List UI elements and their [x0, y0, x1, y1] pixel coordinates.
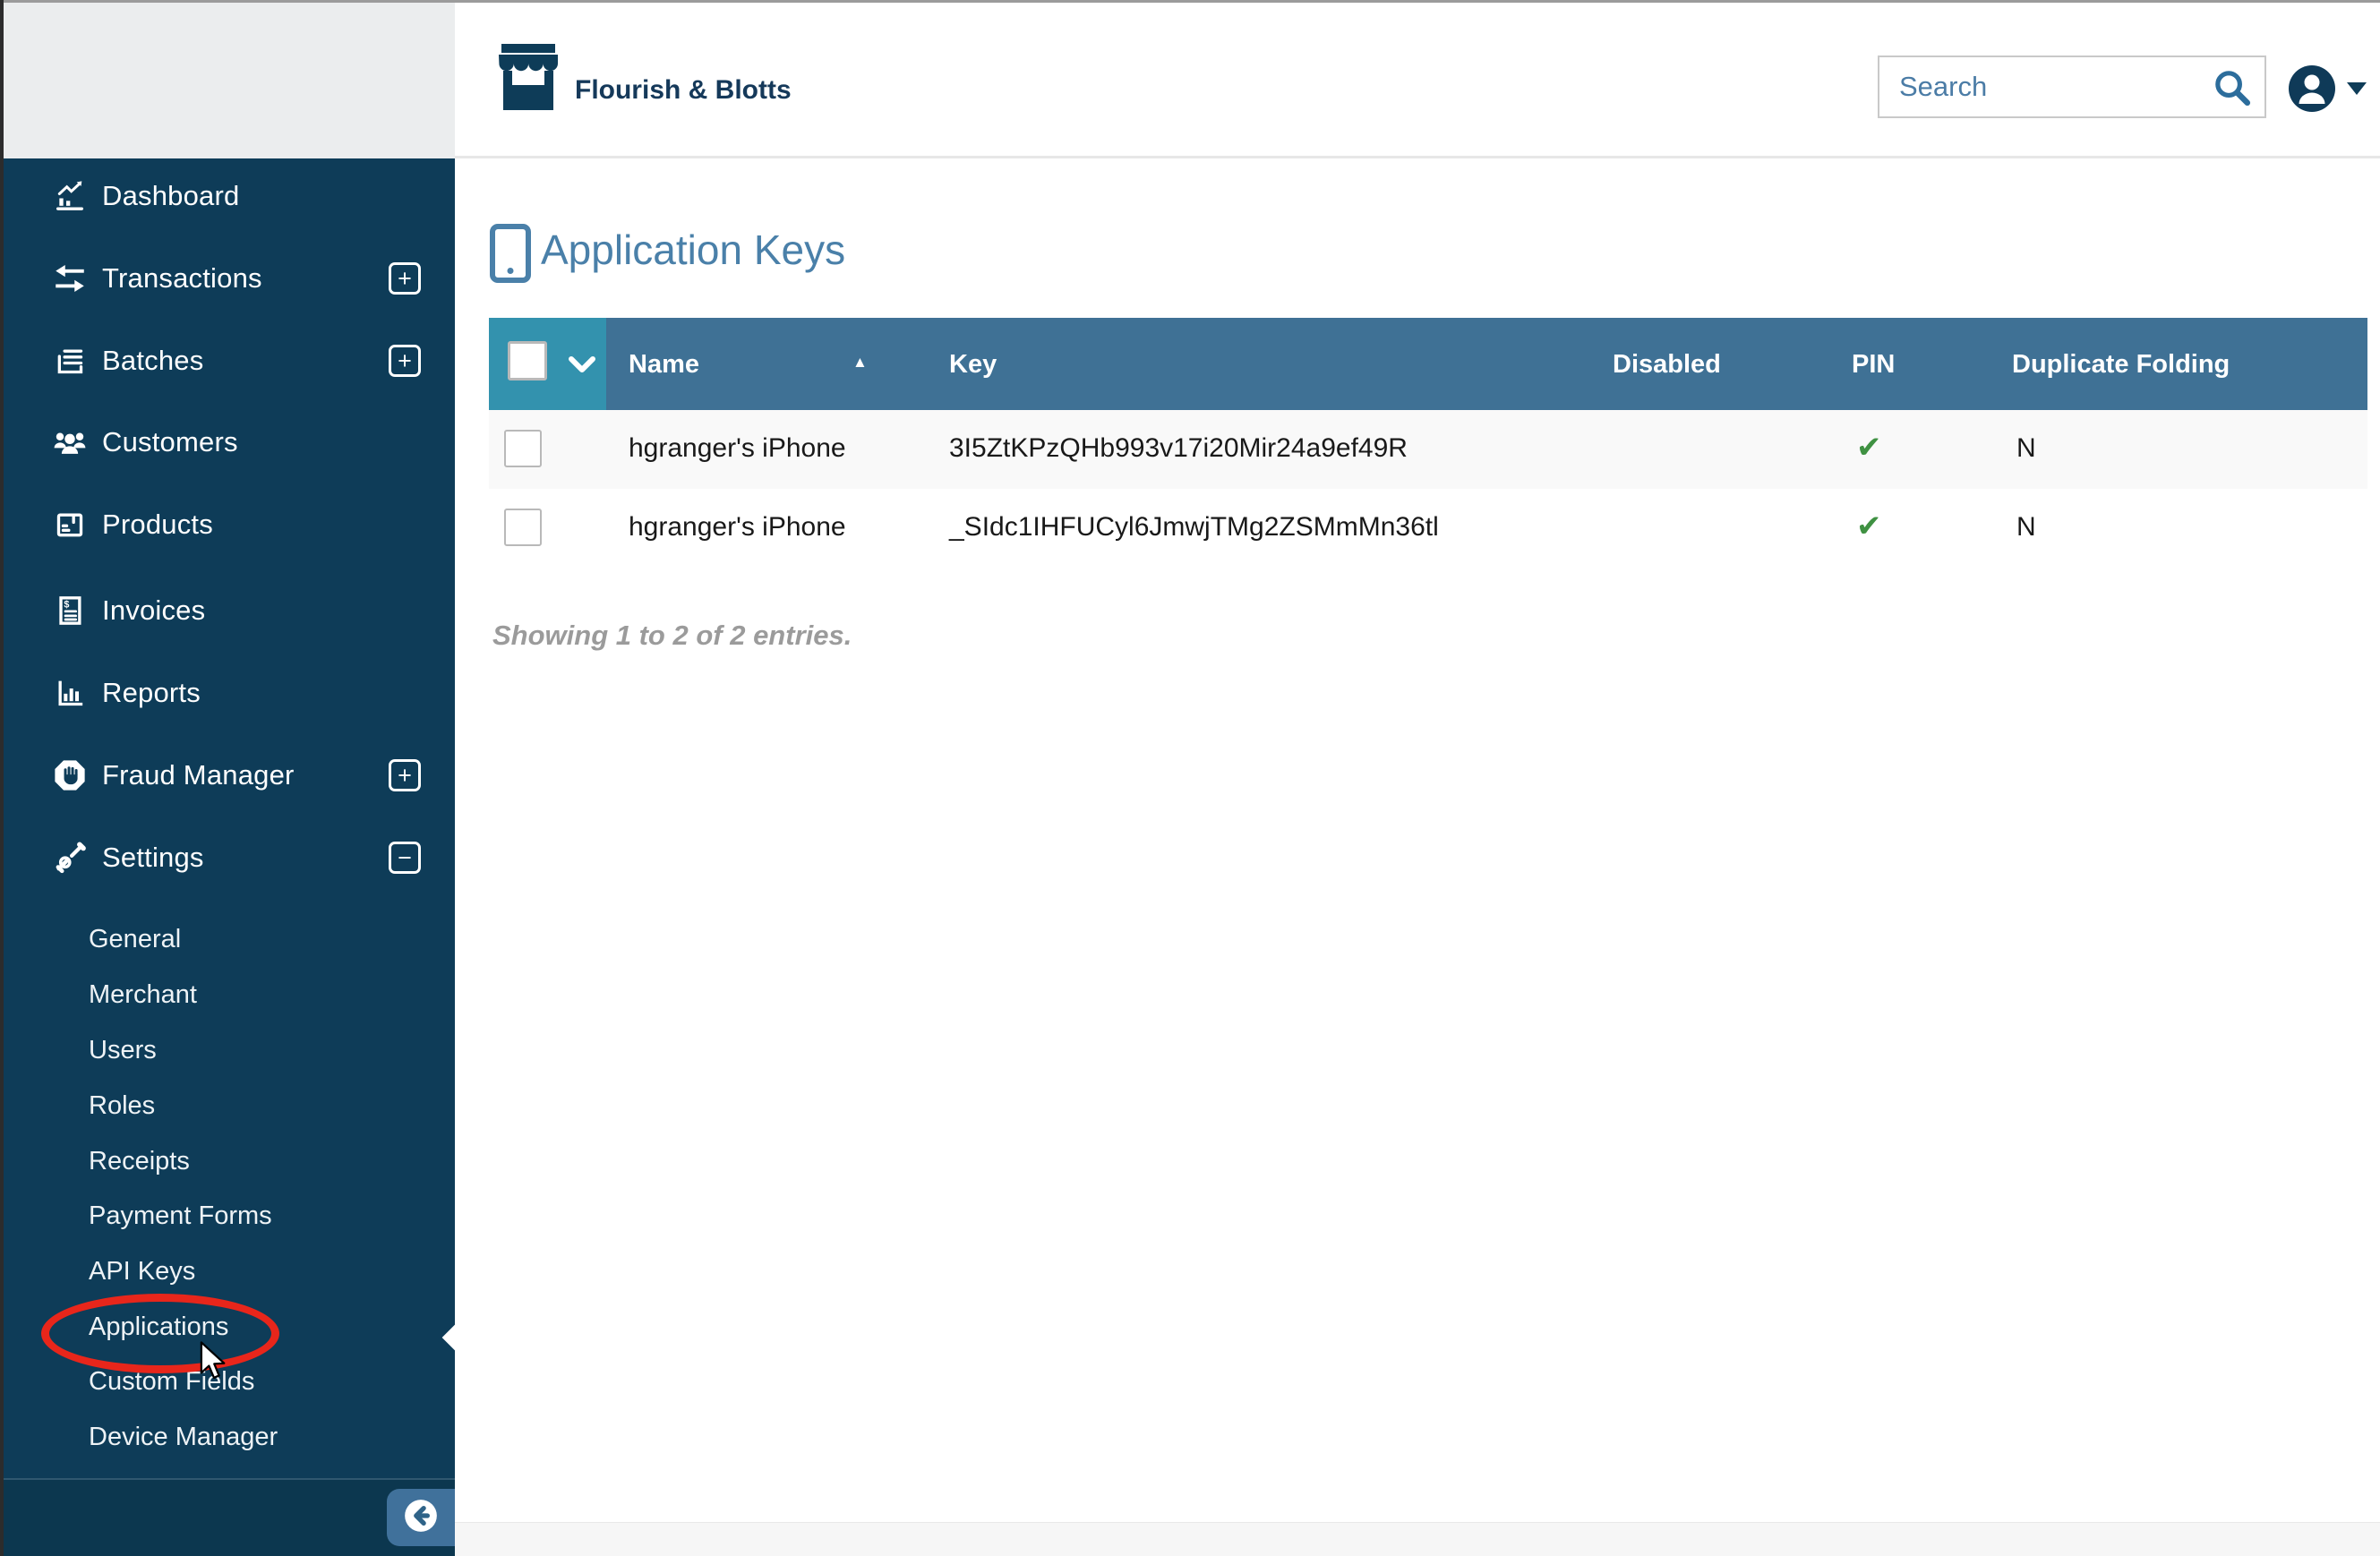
row-checkbox[interactable] [504, 509, 542, 546]
sidebar-item-label: Products [102, 509, 213, 540]
collapse-toggle-icon[interactable]: − [389, 842, 421, 874]
cell-name: hgranger's iPhone [629, 433, 846, 463]
user-menu-caret-icon[interactable] [2347, 82, 2367, 95]
table-row[interactable]: hgranger's iPhone _SIdc1IHFUCyl6JmwjTMg2… [489, 489, 2367, 568]
column-header-pin[interactable]: PIN [1852, 350, 1895, 380]
invoices-document-icon: $ [50, 591, 90, 630]
select-menu-chevron-icon[interactable] [568, 355, 596, 380]
svg-text:$: $ [64, 600, 69, 611]
page-root: Dashboard Transactions + Batches + Custo… [0, 0, 2380, 1556]
pin-check-icon: ✔ [1856, 509, 1882, 543]
collapse-arrow-icon [402, 1497, 440, 1539]
sidebar-item-label: Customers [102, 426, 238, 457]
sort-ascending-icon[interactable]: ▲ [852, 354, 868, 372]
sidebar-top-spacer [0, 0, 455, 158]
sidebar-item-invoices[interactable]: $ Invoices [0, 569, 455, 652]
customers-people-icon [50, 423, 90, 462]
sidebar-item-batches[interactable]: Batches + [0, 320, 455, 402]
cell-key: 3I5ZtKPzQHb993v17i20Mir24a9ef49R [949, 433, 1408, 463]
row-checkbox[interactable] [504, 430, 542, 467]
brand-name: Flourish & Blotts [575, 75, 792, 105]
table-row[interactable]: hgranger's iPhone 3I5ZtKPzQHb993v17i20Mi… [489, 410, 2367, 489]
table-header: Name ▲ Key Disabled PIN Duplicate Foldin… [489, 318, 2367, 410]
search-icon[interactable] [2213, 68, 2252, 107]
user-avatar[interactable] [2289, 65, 2335, 112]
sidebar-item-label: Invoices [102, 594, 206, 626]
sidebar-item-label: Transactions [102, 262, 262, 294]
select-all-cell [489, 318, 606, 410]
cell-name: hgranger's iPhone [629, 512, 846, 542]
sidebar-item-fraud-manager[interactable]: Fraud Manager + [0, 734, 455, 816]
page-title: Application Keys [541, 227, 846, 273]
reports-barchart-icon [50, 673, 90, 713]
sidebar-item-label: Batches [102, 345, 204, 376]
column-header-key[interactable]: Key [949, 350, 997, 380]
search-input[interactable] [1879, 57, 2264, 116]
dashboard-chart-icon [50, 176, 90, 216]
expand-toggle-icon[interactable]: + [389, 759, 421, 791]
expand-toggle-icon[interactable]: + [389, 345, 421, 377]
sidebar-subitem-receipts[interactable]: Receipts [0, 1133, 455, 1189]
sidebar-item-reports[interactable]: Reports [0, 652, 455, 734]
column-header-disabled[interactable]: Disabled [1613, 350, 1721, 380]
transactions-arrows-icon [50, 259, 90, 298]
sidebar-item-customers[interactable]: Customers [0, 401, 455, 483]
cell-key: _SIdc1IHFUCyl6JmwjTMg2ZSMmMn36tl [949, 512, 1439, 542]
sidebar-subitem-users[interactable]: Users [0, 1022, 455, 1078]
sidebar-subitem-payment-forms[interactable]: Payment Forms [0, 1188, 455, 1244]
fraud-manager-hand-icon [50, 756, 90, 795]
column-header-name[interactable]: Name [629, 350, 699, 380]
sidebar-item-label: Settings [102, 842, 204, 873]
sidebar-subitem-applications[interactable]: Applications [0, 1299, 455, 1355]
sidebar-subitem-api-keys[interactable]: API Keys [0, 1244, 455, 1299]
window-top-edge [0, 0, 2380, 3]
sidebar-item-label: Reports [102, 677, 201, 708]
batches-list-icon [50, 341, 90, 380]
sidebar-item-dashboard[interactable]: Dashboard [0, 155, 455, 237]
sidebar-item-label: Fraud Manager [102, 759, 295, 791]
sidebar-subitem-device-manager[interactable]: Device Manager [0, 1409, 455, 1465]
pin-check-icon: ✔ [1856, 431, 1882, 465]
products-box-icon [50, 505, 90, 544]
cell-duplicate-folding: N [2016, 433, 2036, 463]
sidebar-subitem-general[interactable]: General [0, 911, 455, 967]
sidebar-item-label: Dashboard [102, 180, 240, 211]
sidebar-subitem-merchant[interactable]: Merchant [0, 967, 455, 1022]
search-box [1878, 56, 2266, 118]
column-header-duplicate-folding[interactable]: Duplicate Folding [2012, 350, 2230, 380]
storefront-logo-icon [496, 40, 561, 118]
sidebar-item-products[interactable]: Products [0, 483, 455, 566]
select-all-checkbox[interactable] [508, 341, 547, 380]
window-left-edge [0, 0, 4, 1556]
sidebar-collapse-button[interactable] [387, 1489, 455, 1546]
cell-duplicate-folding: N [2016, 512, 2036, 542]
sidebar-subitem-roles[interactable]: Roles [0, 1078, 455, 1133]
sidebar-item-transactions[interactable]: Transactions + [0, 237, 455, 320]
expand-toggle-icon[interactable]: + [389, 262, 421, 295]
entries-summary: Showing 1 to 2 of 2 entries. [492, 620, 852, 651]
settings-tools-icon [50, 838, 90, 877]
application-keys-tablet-icon [490, 224, 531, 283]
sidebar-subitem-custom-fields[interactable]: Custom Fields [0, 1354, 455, 1409]
content-footer-strip [455, 1522, 2380, 1556]
sidebar-item-settings[interactable]: Settings − [0, 816, 455, 899]
brand[interactable]: Flourish & Blotts [496, 0, 792, 158]
sidebar: Dashboard Transactions + Batches + Custo… [0, 0, 455, 1556]
